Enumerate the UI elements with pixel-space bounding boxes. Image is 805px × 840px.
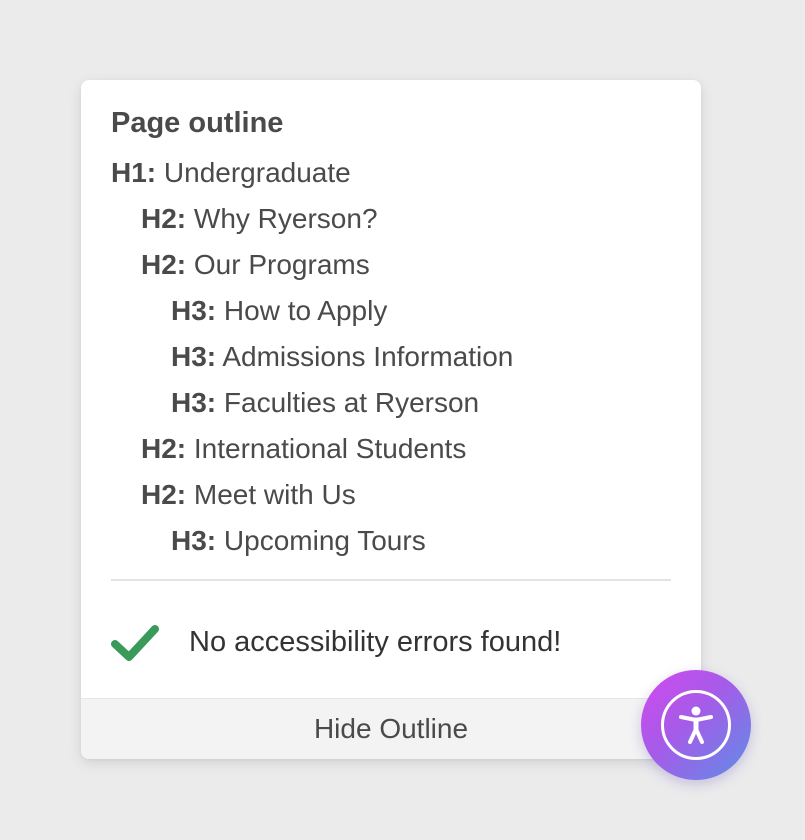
heading-text: Meet with Us: [193, 479, 356, 510]
heading-text: Undergraduate: [163, 157, 351, 188]
hide-outline-button[interactable]: Hide Outline: [81, 698, 701, 759]
outline-title: Page outline: [111, 107, 284, 139]
heading-level: H2:: [141, 479, 187, 510]
hide-outline-label: Hide Outline: [313, 713, 469, 744]
heading-level: H3:: [171, 387, 217, 418]
accessibility-status: No accessibility errors found!: [111, 618, 561, 666]
heading-text: How to Apply: [223, 295, 388, 326]
heading-level: H3:: [171, 525, 217, 556]
outline-item-h3[interactable]: H3: Faculties at Ryerson: [111, 380, 671, 426]
heading-level: H3:: [171, 341, 217, 372]
outline-item-h2[interactable]: H2: International Students: [111, 426, 671, 472]
heading-level: H2:: [141, 249, 187, 280]
outline-item-h1[interactable]: H1: Undergraduate: [111, 150, 671, 196]
outline-item-h3[interactable]: H3: How to Apply: [111, 288, 671, 334]
accessibility-person-icon: [661, 690, 731, 760]
outline-item-h3[interactable]: H3: Upcoming Tours: [111, 518, 671, 564]
heading-text: Our Programs: [193, 249, 370, 280]
outline-list: Page outline H1: Undergraduate H2: Why R…: [111, 104, 671, 564]
status-message: No accessibility errors found!: [189, 625, 562, 658]
page-outline-panel: Page outline H1: Undergraduate H2: Why R…: [81, 80, 701, 759]
heading-text: Admissions Information: [222, 341, 514, 372]
heading-text: Upcoming Tours: [223, 525, 426, 556]
outline-item-h3[interactable]: H3: Admissions Information: [111, 334, 671, 380]
heading-text: Faculties at Ryerson: [223, 387, 480, 418]
heading-text: International Students: [193, 433, 467, 464]
heading-text: Why Ryerson?: [193, 203, 378, 234]
outline-item-h2[interactable]: H2: Our Programs: [111, 242, 671, 288]
heading-level: H2:: [141, 203, 187, 234]
heading-level: H3:: [171, 295, 217, 326]
accessibility-toggle-button[interactable]: [641, 670, 751, 780]
checkmark-icon: [111, 618, 159, 666]
heading-level: H2:: [141, 433, 187, 464]
heading-level: H1:: [111, 157, 157, 188]
outline-item-h2[interactable]: H2: Meet with Us: [111, 472, 671, 518]
divider: [111, 579, 671, 581]
outline-item-h2[interactable]: H2: Why Ryerson?: [111, 196, 671, 242]
